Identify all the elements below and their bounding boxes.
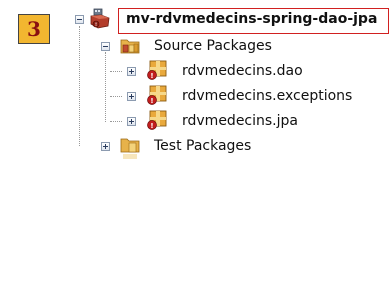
expand-toggle[interactable] — [101, 142, 110, 151]
svg-text:!: ! — [150, 122, 153, 130]
package-label: rdvmedecins.dao — [182, 63, 303, 79]
expand-toggle[interactable] — [127, 117, 136, 126]
tree-connector — [105, 52, 106, 122]
collapse-toggle[interactable] — [101, 42, 110, 51]
expand-toggle[interactable] — [127, 92, 136, 101]
tree-connector — [79, 26, 80, 146]
step-number-badge: 3 — [18, 14, 50, 44]
package-label: rdvmedecins.exceptions — [182, 88, 353, 104]
package-label: rdvmedecins.jpa — [182, 113, 298, 129]
collapse-toggle[interactable] — [75, 15, 84, 24]
svg-text:!: ! — [150, 72, 153, 80]
project-name-label: mv-rdvmedecins-spring-dao-jpa — [126, 11, 378, 27]
test-packages-label: Test Packages — [154, 138, 252, 154]
source-folder-icon — [119, 35, 141, 59]
svg-text:!: ! — [95, 22, 97, 28]
expand-toggle[interactable] — [127, 67, 136, 76]
tree-connector — [110, 71, 122, 72]
maven-project-icon: ! — [88, 7, 114, 33]
svg-text:!: ! — [150, 97, 153, 105]
source-packages-label: Source Packages — [154, 38, 272, 54]
package-error-icon: ! — [145, 84, 169, 110]
tree-connector — [110, 96, 122, 97]
package-error-icon: ! — [145, 109, 169, 135]
tree-connector — [110, 121, 122, 122]
test-folder-icon — [119, 134, 141, 164]
package-error-icon: ! — [145, 59, 169, 85]
